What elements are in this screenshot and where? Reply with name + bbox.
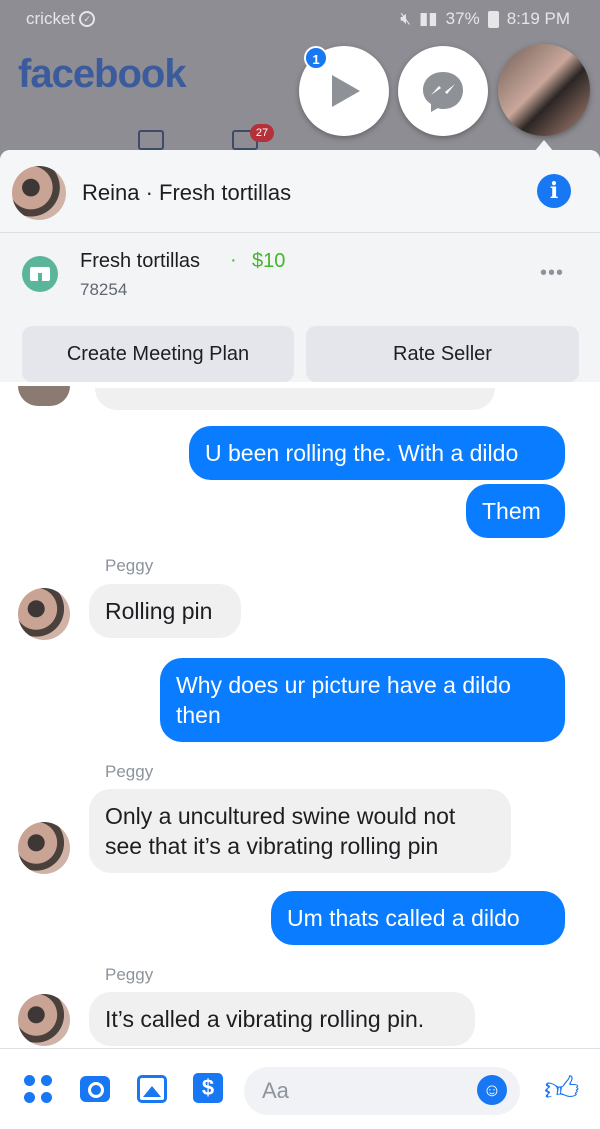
message-composer: $ ☺ 👍︎ <box>0 1048 600 1129</box>
camera-icon[interactable] <box>80 1076 110 1102</box>
watch-tab-icon <box>138 130 164 150</box>
listing-title[interactable]: Fresh tortillas <box>80 250 200 273</box>
sender-avatar[interactable] <box>18 822 70 874</box>
signal-icon: ▮▮ <box>418 9 438 28</box>
messenger-icon <box>423 72 463 112</box>
carrier: cricket ✓ <box>26 9 96 29</box>
info-icon[interactable]: i <box>537 174 571 208</box>
sender-name: Peggy <box>105 556 154 575</box>
outgoing-message[interactable]: U been rolling the. With a dildo <box>189 426 565 480</box>
status-indicators: 🔇︎ ▮▮ 37% 8:19 PM <box>400 9 570 29</box>
play-icon <box>332 75 360 107</box>
carrier-name: cricket <box>26 9 76 28</box>
outgoing-message[interactable]: Why does ur picture have a dildo then <box>160 658 565 742</box>
sender-avatar[interactable] <box>18 994 70 1046</box>
messenger-chat-head[interactable] <box>398 46 488 136</box>
battery-level: 37% <box>445 9 480 28</box>
thread-header: Reina · Fresh tortillas i <box>0 150 600 232</box>
incoming-message[interactable]: It’s called a vibrating rolling pin. <box>89 992 475 1046</box>
incoming-message[interactable]: Only a uncultured swine would not see th… <box>89 789 511 873</box>
rate-seller-button[interactable]: Rate Seller <box>306 326 579 382</box>
sender-name: Peggy <box>105 965 154 984</box>
listing-zip-code: 78254 <box>80 280 128 299</box>
previous-message-bubble <box>95 388 495 410</box>
status-bar: cricket ✓ 🔇︎ ▮▮ 37% 8:19 PM <box>0 0 600 38</box>
outgoing-message[interactable]: Them <box>466 484 565 538</box>
marketplace-shop-icon <box>22 256 58 292</box>
mute-icon: 🔇︎ <box>400 9 411 28</box>
thread-title: Reina · Fresh tortillas <box>82 180 292 205</box>
conversation-sheet: Reina · Fresh tortillas i Fresh tortilla… <box>0 150 600 1129</box>
more-options-icon[interactable]: ••• <box>540 262 564 285</box>
facebook-logo: facebook <box>18 52 187 96</box>
clock: 8:19 PM <box>506 9 570 28</box>
create-meeting-plan-button[interactable]: Create Meeting Plan <box>22 326 294 382</box>
notification-badge: 27 <box>250 124 274 142</box>
contact-avatar[interactable] <box>12 166 66 220</box>
battery-icon <box>487 10 499 28</box>
thumbs-up-icon[interactable]: 👍︎ <box>544 1069 580 1110</box>
more-apps-icon[interactable] <box>24 1073 54 1103</box>
outgoing-message[interactable]: Um thats called a dildo <box>271 891 565 945</box>
previous-message-avatar <box>18 386 70 406</box>
chat-head-badge: 1 <box>304 46 328 70</box>
payment-icon[interactable]: $ <box>193 1073 223 1103</box>
carrier-logo-icon: ✓ <box>79 11 96 27</box>
listing-price: $10 <box>252 250 286 272</box>
gallery-icon[interactable] <box>137 1075 167 1103</box>
contact-chat-head-avatar[interactable] <box>498 44 590 136</box>
sender-name: Peggy <box>105 762 154 781</box>
sender-avatar[interactable] <box>18 588 70 640</box>
emoji-icon[interactable]: ☺ <box>477 1075 507 1105</box>
listing-separator: · <box>230 249 237 271</box>
incoming-message[interactable]: Rolling pin <box>89 584 241 638</box>
